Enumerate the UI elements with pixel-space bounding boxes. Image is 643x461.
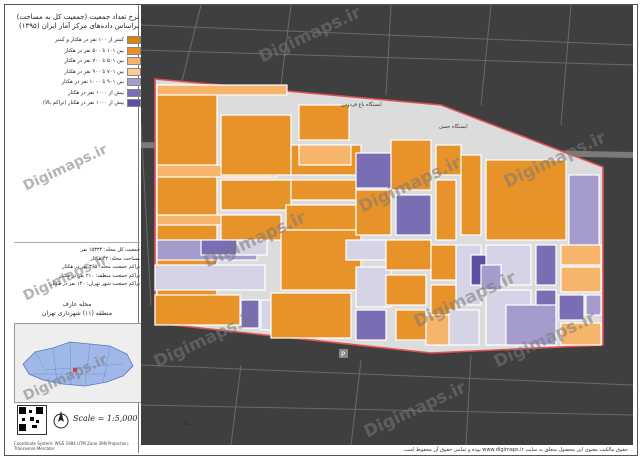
city-block [435,144,462,176]
stat-row: تراکم جمعیت محله: ۳۶۵ نفر در هکتار [62,264,140,270]
legend-swatch [127,67,141,76]
city-block [154,294,241,326]
map-svg: ایستگاه باغ فردوس ایستگاه حسن ایستگاه P [141,5,633,445]
city-block [505,304,557,346]
city-block [270,292,352,339]
scale-text: Scale = 1:5,000 [73,414,138,423]
legend-item: بیش از ۱۰۰۰ نفر در هکتار [13,88,141,99]
district-name: منطقه (۱۱) شهرداری تهران [42,310,112,317]
title-line-1: نرخ تعداد جمعیت (جمعیت کل به مساحت) [16,13,139,21]
qr-corner [36,407,43,414]
legend-swatch [127,57,141,66]
north-arrow [52,408,70,433]
qr-code-svg [19,407,43,431]
north-arrow-shape [58,411,64,422]
copyright-footer: حقوق مالکیت معنوی این محصول متعلق به سای… [402,447,628,453]
city-block [154,264,266,291]
city-block [385,239,432,271]
city-block [585,294,602,316]
statistics-box: جمعیت کل محله: ۱۵۳۳۴ نفر مساحت محله: ۴۲ … [14,242,140,289]
map-title: نرخ تعداد جمعیت (جمعیت کل به مساحت) براس… [15,13,139,31]
legend-item: بین ۱۰۱ تا ۵۰۰ نفر در هکتار [13,46,141,57]
city-block [568,174,600,246]
north-arrow-icon [53,411,69,429]
city-block [220,114,292,176]
city-block [435,179,457,241]
location-title: محله عارف منطقه (۱۱) شهرداری تهران [14,300,140,318]
parking-icon-letter: P [341,351,345,359]
city-block [298,104,350,141]
station-label: ایستگاه حسن [439,123,468,130]
city-block [480,264,502,291]
city-block [395,194,432,236]
city-block [220,179,292,211]
qr-module [29,410,32,413]
legend-swatch [127,36,141,45]
city-block [355,309,387,341]
legend-item: کمتر از ۱۰۰ نفر در هکتار و کمتر [13,35,141,46]
station-label: ایستگاه [181,420,197,427]
location-marker [73,368,77,372]
city-block [236,239,268,256]
legend-label: کمتر از ۱۰۰ نفر در هکتار و کمتر [54,37,124,44]
stat-row: تراکم جمعیت منطقه: ۲۱۰ نفر در هکتار [58,272,140,279]
qr-corner [19,424,26,431]
legend-label: بین ۹۰۱ تا ۱۰۰۰ نفر در هکتار [61,79,124,86]
legend-swatch [127,46,141,55]
city-block [220,214,282,241]
legend-item: بین ۷۰۱ تا ۹۰۰ نفر در هکتار [13,67,141,78]
city-block [156,84,288,96]
legend-item: بین ۵۰۱ تا ۷۰۰ نفر در هکتار [13,56,141,67]
city-block [390,139,432,191]
city-block [560,244,602,266]
map-view[interactable]: ایستگاه باغ فردوس ایستگاه حسن ایستگاه P [141,5,633,445]
legend-item: بین ۹۰۱ تا ۱۰۰۰ نفر در هکتار [13,77,141,88]
title-line-2: براساس داده‌های مرکز آمار ایران (۱۳۹۵) [19,22,139,30]
station-label: ایستگاه باغ فردوس [341,101,382,108]
legend-panel: نرخ تعداد جمعیت (جمعیت کل به مساحت) براس… [5,5,142,453]
legend: کمتر از ۱۰۰ نفر در هکتار و کمتر بین ۱۰۱ ت… [13,35,141,109]
city-block [558,294,585,321]
neighborhood-name: محله عارف [62,301,92,308]
legend-item: بیش از ۱۰۰۰ نفر در هکتار (تراکم بالا) [13,98,141,109]
legend-label: بین ۵۰۱ تا ۷۰۰ نفر در هکتار [64,58,124,65]
city-block [355,189,392,236]
legend-swatch [127,99,141,108]
city-block [430,244,457,281]
qr-module [22,418,25,421]
legend-label: بیش از ۱۰۰۰ نفر در هکتار (تراکم بالا) [43,100,124,107]
city-block [560,266,602,293]
stat-row: تراکم جمعیت شهر تهران: ۱۴۰ نفر در هکتار [50,281,140,287]
qr-module [32,425,37,428]
legend-swatch [127,88,141,97]
city-block [395,309,427,341]
legend-label: بین ۷۰۱ تا ۹۰۰ نفر در هکتار [64,68,124,75]
legend-label: بین ۱۰۱ تا ۵۰۰ نفر در هکتار [64,47,124,54]
legend-swatch [127,78,141,87]
city-block [535,244,557,286]
city-block [425,314,452,346]
city-block [355,152,397,189]
city-block [460,154,482,236]
city-block [240,299,260,329]
tehran-inset-svg [15,324,141,402]
city-block [448,309,480,346]
city-block [285,204,357,231]
projection-note: Coordinate System: WGS 1984 UTM Zone 39N… [14,441,130,451]
city-block [560,322,602,346]
city-block [345,239,387,261]
city-block [298,144,352,166]
stat-row: مساحت محله: ۴۲ هکتار [90,255,140,262]
qr-module [30,417,34,421]
inset-map [14,323,142,403]
city-block [290,179,357,201]
qr-module [36,420,39,423]
legend-label: بیش از ۱۰۰۰ نفر در هکتار [68,89,124,96]
stat-row: جمعیت کل محله: ۱۵۳۳۴ نفر [80,247,140,253]
qr-corner [19,407,26,414]
qr-code [17,405,47,435]
city-block [485,159,567,241]
city-block [385,274,427,306]
